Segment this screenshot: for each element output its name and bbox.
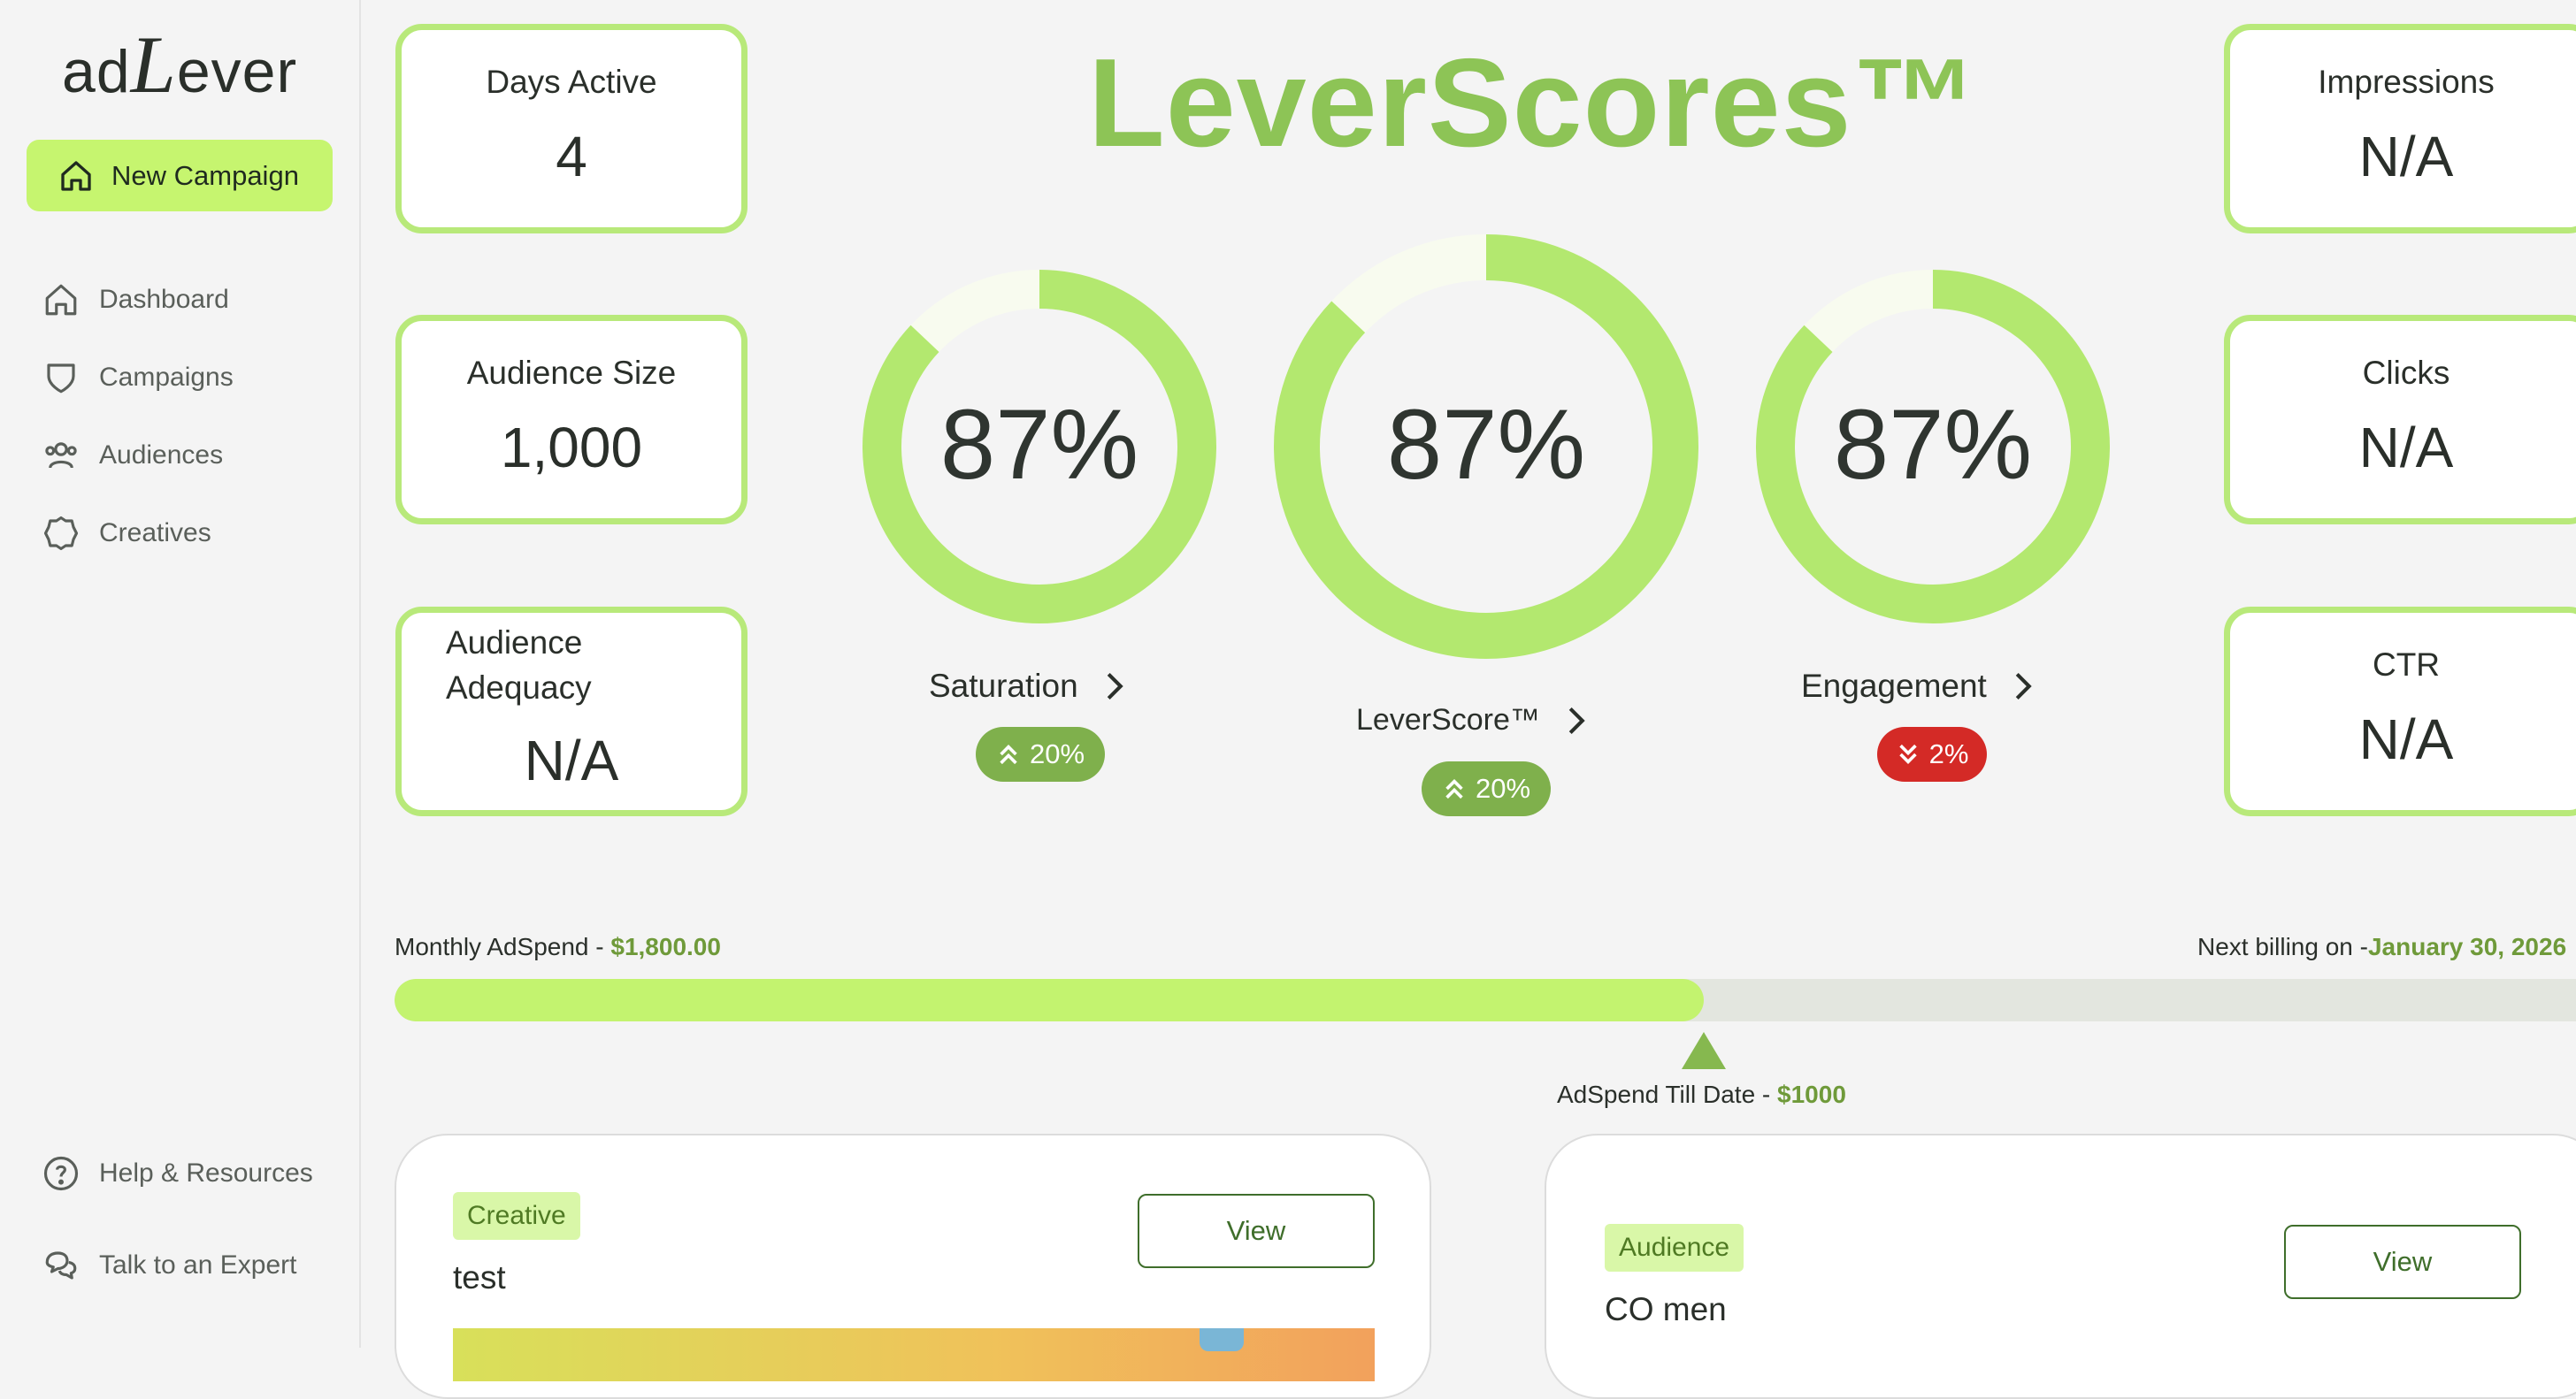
sidebar: adLever New Campaign Dashboard Campaigns… xyxy=(0,0,361,1348)
next-billing: Next billing on -January 30, 2026 xyxy=(2197,933,2566,961)
adspend-till-date: AdSpend Till Date - $1000 xyxy=(1557,1081,1846,1109)
leverscore-change-badge: 20% xyxy=(1422,761,1551,816)
engagement-change-badge: 2% xyxy=(1877,727,1987,782)
leverscore-label: LeverScore™ xyxy=(1356,703,1540,737)
audience-panel: Audience CO men View xyxy=(1545,1134,2576,1399)
talk-to-expert-link[interactable]: Talk to an Expert xyxy=(42,1247,296,1284)
adspend-till-date-value: $1000 xyxy=(1777,1081,1846,1108)
badge-icon xyxy=(43,516,79,551)
monthly-adspend-label: Monthly AdSpend - xyxy=(395,933,611,960)
ctr-card: CTR N/A xyxy=(2224,607,2576,816)
days-active-card: Days Active 4 xyxy=(395,24,748,233)
saturation-label: Saturation xyxy=(929,668,1078,704)
shield-icon xyxy=(47,363,75,394)
audience-size-card: Audience Size 1,000 xyxy=(395,315,748,524)
engagement-link[interactable]: Engagement xyxy=(1801,668,2035,705)
engagement-score: 87% xyxy=(1833,389,2033,500)
app-logo[interactable]: adLever xyxy=(62,18,297,111)
creative-tag: Creative xyxy=(453,1192,580,1240)
chevron-right-icon xyxy=(2015,672,2032,700)
creative-thumbnail[interactable] xyxy=(453,1328,1375,1381)
impressions-card: Impressions N/A xyxy=(2224,24,2576,233)
sidebar-item-label: Dashboard xyxy=(99,285,229,314)
engagement-label: Engagement xyxy=(1801,668,1987,704)
saturation-link[interactable]: Saturation xyxy=(929,668,1126,705)
sidebar-item-audiences[interactable]: Audiences xyxy=(42,437,223,474)
sidebar-item-label: Campaigns xyxy=(99,363,234,392)
clicks-card: Clicks N/A xyxy=(2224,315,2576,524)
sidebar-item-dashboard[interactable]: Dashboard xyxy=(42,281,229,318)
card-value: N/A xyxy=(524,729,619,792)
sidebar-item-creatives[interactable]: Creatives xyxy=(42,515,211,552)
card-label: Audience Adequacy xyxy=(446,624,592,706)
saturation-score: 87% xyxy=(939,389,1139,500)
page-title: LeverScores™ xyxy=(1088,33,1979,173)
home-icon xyxy=(61,160,91,191)
help-resources-label: Help & Resources xyxy=(99,1158,313,1188)
chevron-right-icon xyxy=(1107,672,1123,700)
card-value: 4 xyxy=(556,125,587,188)
help-resources-link[interactable]: Help & Resources xyxy=(42,1155,313,1192)
monthly-adspend: Monthly AdSpend - $1,800.00 xyxy=(395,933,721,961)
monthly-adspend-value: $1,800.00 xyxy=(610,933,721,960)
view-audience-button[interactable]: View xyxy=(2284,1225,2521,1299)
leverscore-link[interactable]: LeverScore™ xyxy=(1356,703,1588,738)
card-value: N/A xyxy=(2358,416,2454,479)
audience-name: CO men xyxy=(1605,1291,1727,1327)
adspend-till-date-label: AdSpend Till Date - xyxy=(1557,1081,1778,1108)
card-label: CTR xyxy=(2372,646,2441,683)
double-chevron-up-icon xyxy=(1445,779,1463,799)
sidebar-item-label: Audiences xyxy=(99,440,224,470)
card-value: 1,000 xyxy=(500,416,643,479)
sidebar-item-campaigns[interactable]: Campaigns xyxy=(42,359,234,396)
new-campaign-label: New Campaign xyxy=(111,159,299,191)
adspend-progress-bar xyxy=(395,979,2576,1021)
creative-panel: Creative test View xyxy=(395,1134,1431,1399)
leverscore-score: 87% xyxy=(1386,389,1586,500)
help-icon xyxy=(43,1156,79,1191)
sidebar-item-label: Creatives xyxy=(99,518,211,547)
card-label: Audience Size xyxy=(466,355,677,391)
new-campaign-button[interactable]: New Campaign xyxy=(27,140,333,211)
card-label: Impressions xyxy=(2318,64,2495,100)
chat-icon xyxy=(45,1251,77,1280)
audience-adequacy-card: Audience Adequacy N/A xyxy=(395,607,748,816)
badge-value: 20% xyxy=(1029,738,1085,769)
users-icon xyxy=(45,442,77,469)
talk-to-expert-label: Talk to an Expert xyxy=(99,1250,297,1280)
card-label: Clicks xyxy=(2362,355,2450,391)
badge-value: 2% xyxy=(1928,738,1969,769)
next-billing-date: January 30, 2026 xyxy=(2367,933,2567,960)
card-value: N/A xyxy=(2358,707,2454,771)
creative-thumbnail-detail xyxy=(1200,1328,1244,1351)
double-chevron-up-icon xyxy=(1000,745,1017,765)
adspend-marker-icon xyxy=(1681,1032,1726,1069)
adspend-progress-fill xyxy=(395,979,1704,1021)
chevron-right-icon xyxy=(1568,707,1585,734)
double-chevron-down-icon xyxy=(1898,744,1917,764)
audience-tag: Audience xyxy=(1605,1224,1744,1272)
card-label: Days Active xyxy=(486,64,657,100)
badge-value: 20% xyxy=(1475,773,1531,804)
next-billing-label: Next billing on - xyxy=(2197,933,2368,960)
view-creative-button[interactable]: View xyxy=(1138,1194,1375,1268)
home-icon xyxy=(45,284,77,316)
card-value: N/A xyxy=(2358,125,2454,188)
creative-name: test xyxy=(453,1259,506,1296)
saturation-change-badge: 20% xyxy=(976,727,1105,782)
